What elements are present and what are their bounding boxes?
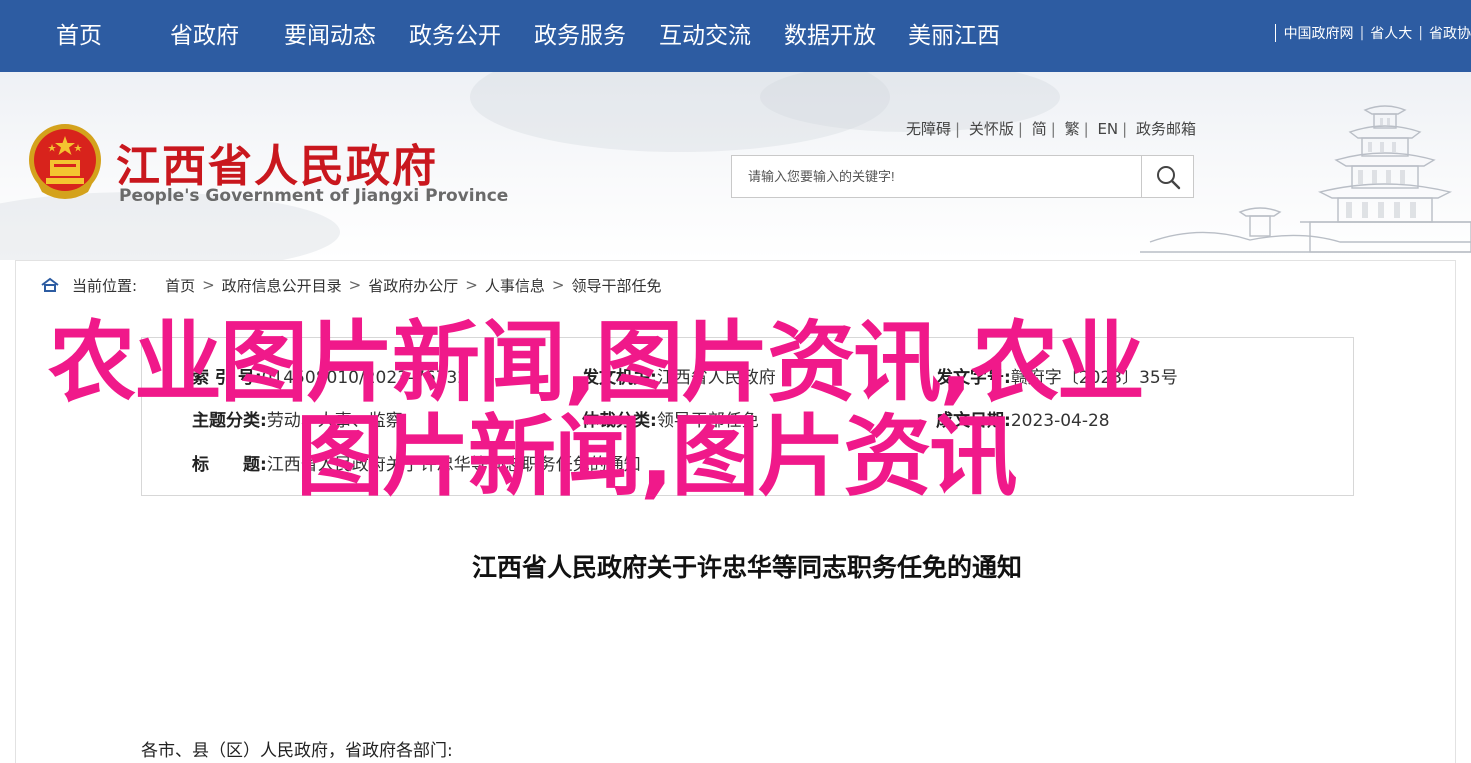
info-title: 标 题:江西省人民政府关于许忠华等同志职务任免的通知 <box>192 450 641 475</box>
nav-item-beautiful-jiangxi[interactable]: 美丽江西 <box>908 0 1000 72</box>
breadcrumb-general-office[interactable]: 省政府办公厅 <box>368 275 458 296</box>
info-topic-value: 劳动、人事、监察 <box>266 411 403 431</box>
breadcrumb-home[interactable]: 首页 <box>165 275 195 296</box>
link-china-government[interactable]: 中国政府网 <box>1284 23 1354 43</box>
link-traditional[interactable]: 繁 <box>1065 120 1080 138</box>
link-provincial-congress[interactable]: 省人大 <box>1370 23 1412 43</box>
site-header: 江西省人民政府 People's Government of Jiangxi P… <box>0 72 1471 260</box>
info-index: 索 引 号:014508010/2023-76732 <box>192 363 468 388</box>
search-input[interactable] <box>732 156 1142 197</box>
breadcrumb-disclosure-catalog[interactable]: 政府信息公开目录 <box>222 275 342 296</box>
info-issuer-label: 发文机关: <box>582 368 657 388</box>
link-simplified[interactable]: 简 <box>1032 120 1047 138</box>
link-elderly-mode[interactable]: 关怀版 <box>969 120 1014 138</box>
info-genre-label: 体裁分类: <box>582 411 657 431</box>
home-icon <box>41 277 59 292</box>
info-docno-label: 发文字号: <box>936 368 1011 388</box>
document-salutation: 各市、县（区）人民政府，省政府各部门: <box>141 741 453 761</box>
breadcrumb-separator: > <box>551 276 565 294</box>
nav-item-open-data[interactable]: 数据开放 <box>784 0 876 72</box>
content-panel <box>15 260 1456 763</box>
top-external-links: 中国政府网 | 省人大 | 省政协 <box>1274 22 1471 44</box>
breadcrumb-separator: > <box>348 276 362 294</box>
info-docno: 发文字号:赣府字〔2023〕35号 <box>936 363 1178 388</box>
info-genre: 体裁分类:领导干部任免 <box>582 406 759 431</box>
link-provincial-cppcc[interactable]: 省政协 <box>1429 23 1471 43</box>
info-issuer: 发文机关:江西省人民政府 <box>582 363 776 388</box>
info-title-label: 标 题: <box>192 455 267 475</box>
breadcrumb-personnel-info[interactable]: 人事信息 <box>485 275 545 296</box>
info-topic-label: 主题分类: <box>192 411 267 431</box>
nav-item-government-services[interactable]: 政务服务 <box>534 0 626 72</box>
link-accessibility[interactable]: 无障碍 <box>906 120 951 138</box>
breadcrumb: 当前位置: 首页 > 政府信息公开目录 > 省政府办公厅 > 人事信息 > 领导… <box>40 275 661 295</box>
nav-item-provincial-government[interactable]: 省政府 <box>170 0 239 72</box>
top-navigation-bar: 首页 省政府 要闻动态 政务公开 政务服务 互动交流 数据开放 美丽江西 中国政… <box>0 0 1471 72</box>
nav-item-home[interactable]: 首页 <box>56 0 102 72</box>
info-index-value: 014508010/2023-76732 <box>261 368 469 388</box>
info-date-label: 成文日期: <box>936 411 1011 431</box>
document-title: 江西省人民政府关于许忠华等同志职务任免的通知 <box>471 553 1022 582</box>
nav-item-interaction[interactable]: 互动交流 <box>659 0 751 72</box>
breadcrumb-separator: > <box>465 276 478 294</box>
nav-item-public-affairs[interactable]: 政务公开 <box>409 0 501 72</box>
info-date-value: 2023-04-28 <box>1010 411 1110 431</box>
info-issuer-value: 江西省人民政府 <box>656 368 776 388</box>
breadcrumb-appointments[interactable]: 领导干部任免 <box>571 275 661 296</box>
link-english[interactable]: EN <box>1097 120 1118 138</box>
breadcrumb-separator: > <box>202 276 215 294</box>
emblem-icon <box>29 124 101 199</box>
pavilion-illustration <box>1140 105 1471 253</box>
breadcrumb-label: 当前位置: <box>72 276 138 295</box>
info-index-label: 索 引 号: <box>192 368 262 388</box>
info-genre-value: 领导干部任免 <box>656 411 759 431</box>
info-topic: 主题分类:劳动、人事、监察 <box>192 406 403 431</box>
search-box <box>731 155 1194 198</box>
info-title-value: 江西省人民政府关于许忠华等同志职务任免的通知 <box>266 455 641 475</box>
site-title-english: People's Government of Jiangxi Province <box>119 186 509 206</box>
site-title: 江西省人民政府 <box>116 141 438 192</box>
nav-item-news[interactable]: 要闻动态 <box>284 0 376 72</box>
info-date: 成文日期:2023-04-28 <box>936 406 1110 431</box>
info-docno-value: 赣府字〔2023〕35号 <box>1010 368 1178 388</box>
